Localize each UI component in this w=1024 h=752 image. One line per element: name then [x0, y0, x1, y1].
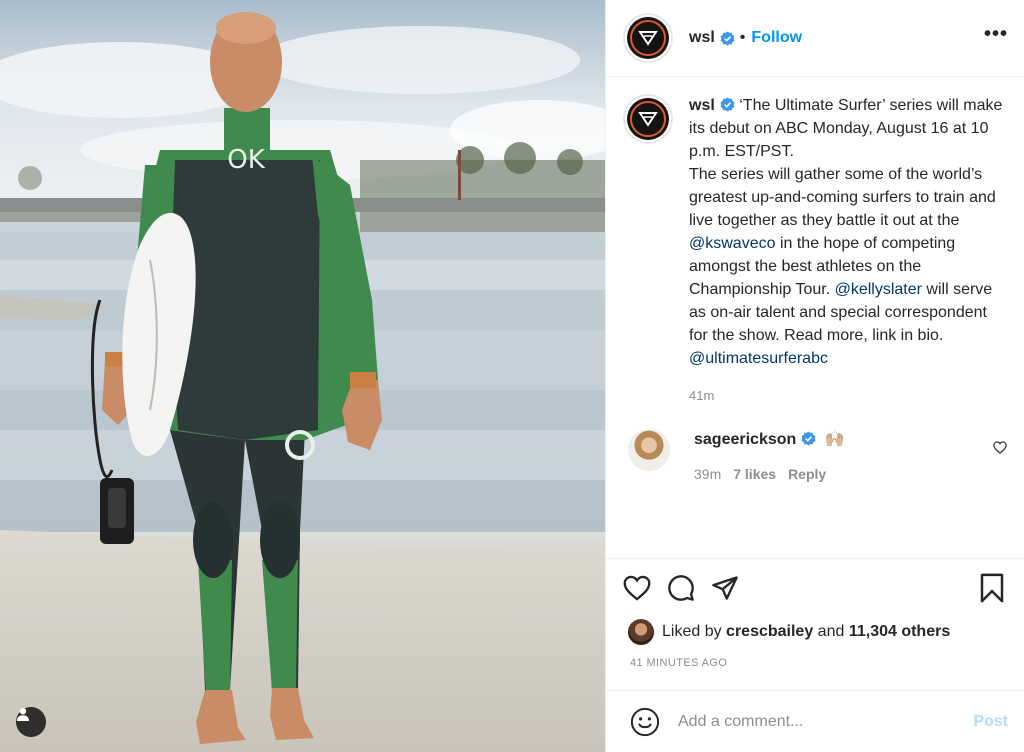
caption-author-avatar[interactable] — [623, 94, 673, 144]
verified-badge-icon — [720, 30, 735, 46]
liked-by-user[interactable]: crescbailey — [726, 623, 813, 641]
person-icon — [17, 708, 29, 721]
comment-likes[interactable]: 7 likes — [733, 466, 776, 482]
caption-text: wsl ‘The Ultimate Surfer’ series will ma… — [689, 94, 1007, 407]
caption-line-2a: The series will gather some of the world… — [689, 166, 996, 229]
paper-plane-icon — [712, 576, 738, 600]
comment-bubble-icon — [668, 575, 694, 601]
commenter-username[interactable]: sageerickson — [694, 431, 796, 448]
bookmark-icon — [980, 573, 1004, 603]
comment-body: sageerickson 🙌🏼 39m 7 likes Reply — [694, 429, 845, 482]
mention-ultimatesurferabc[interactable]: @ultimatesurferabc — [689, 350, 828, 367]
surfer-photo-illustration: OK — [0, 0, 605, 752]
comment-button[interactable] — [661, 568, 701, 608]
mention-kswaveco[interactable]: @kswaveco — [689, 235, 776, 252]
wetsuit-chest-logo: OK — [227, 145, 265, 175]
comment-like-heart-icon[interactable] — [993, 441, 1007, 454]
liked-by-count[interactable]: 11,304 others — [849, 623, 950, 641]
header-separator: • — [739, 29, 746, 46]
post-caption: wsl ‘The Ultimate Surfer’ series will ma… — [623, 94, 1008, 407]
verified-badge-icon — [720, 97, 735, 112]
heart-icon — [623, 575, 651, 601]
comment-meta: 39m 7 likes Reply — [694, 466, 845, 482]
author-username[interactable]: wsl — [689, 29, 715, 47]
comment-time[interactable]: 39m — [694, 466, 721, 482]
post-timestamp[interactable]: 41 MINUTES AGO — [606, 651, 1024, 675]
liked-by: Liked by crescbailey and 11,304 others — [606, 617, 1024, 647]
liked-by-mid: and — [813, 623, 849, 640]
wsl-logo-icon — [638, 112, 658, 127]
caption-time[interactable]: 41m — [689, 384, 1007, 407]
comment-item: sageerickson 🙌🏼 39m 7 likes Reply — [623, 429, 1008, 482]
verified-badge-icon — [801, 431, 816, 446]
post-comment-button[interactable]: Post — [973, 713, 1008, 731]
liker-avatar[interactable] — [628, 619, 654, 645]
comment-text: 🙌🏼 — [824, 431, 845, 448]
add-comment-bar: Post — [606, 690, 1024, 752]
post-view: OK wsl • Follow ••• wsl ‘The Ultimate Su… — [0, 0, 1024, 752]
post-actions: Liked by crescbailey and 11,304 others 4… — [606, 558, 1024, 752]
comment-reply-button[interactable]: Reply — [788, 466, 826, 482]
post-photo[interactable]: OK — [0, 0, 605, 752]
caption-username[interactable]: wsl — [689, 97, 715, 114]
comment-input[interactable] — [678, 712, 974, 731]
commenter-avatar[interactable] — [628, 429, 670, 471]
action-bar — [606, 559, 1024, 617]
comments-section: wsl ‘The Ultimate Surfer’ series will ma… — [606, 78, 1024, 558]
author-avatar[interactable] — [623, 13, 673, 63]
wsl-logo-icon — [638, 31, 658, 46]
like-button[interactable] — [617, 568, 657, 608]
mention-kellyslater[interactable]: @kellyslater — [835, 281, 922, 298]
share-button[interactable] — [705, 568, 745, 608]
post-side-panel: wsl • Follow ••• wsl ‘The Ultimate Surfe… — [605, 0, 1024, 752]
emoji-icon[interactable] — [630, 707, 660, 737]
more-options-icon[interactable]: ••• — [984, 23, 1008, 54]
follow-button[interactable]: Follow — [751, 29, 802, 47]
liked-by-prefix: Liked by — [662, 623, 722, 640]
post-header: wsl • Follow ••• — [606, 0, 1024, 77]
save-button[interactable] — [972, 568, 1012, 608]
user-tags-button[interactable] — [16, 707, 46, 737]
caption-line-1: ‘The Ultimate Surfer’ series will make i… — [689, 97, 1003, 160]
